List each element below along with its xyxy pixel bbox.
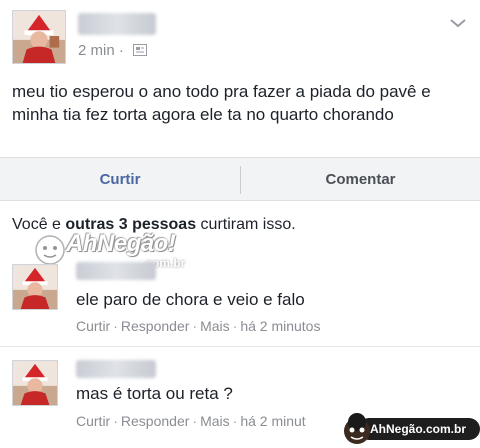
separator-dot: · — [232, 318, 238, 334]
likes-suffix: curtiram isso. — [196, 216, 296, 233]
post-action-bar: Curtir Comentar — [0, 157, 480, 201]
separator-dot: · — [192, 318, 198, 334]
comment-reply-link[interactable]: Responder — [121, 413, 190, 429]
comment-timestamp[interactable]: há 2 minutos — [240, 318, 320, 334]
globe-icon — [133, 44, 147, 56]
comment-like-link[interactable]: Curtir — [76, 318, 110, 334]
comment-timestamp[interactable]: há 2 minut — [240, 413, 305, 429]
mascot-face-icon — [344, 413, 370, 444]
comment-more-link[interactable]: Mais — [200, 318, 230, 334]
separator-dot: · — [192, 413, 198, 429]
like-button[interactable]: Curtir — [0, 158, 240, 200]
comment-more-link[interactable]: Mais — [200, 413, 230, 429]
commenter-avatar[interactable] — [12, 264, 58, 310]
chevron-down-icon[interactable] — [448, 16, 468, 30]
comment-like-link[interactable]: Curtir — [76, 413, 110, 429]
separator-dot: · — [113, 318, 118, 334]
post-text: meu tio esperou o ano todo pra fazer a p… — [12, 82, 431, 124]
watermark-badge: AhNegão.com.br — [340, 412, 480, 446]
post-timestamp[interactable]: 2 min · — [78, 42, 124, 59]
commenter-name-blurred[interactable] — [76, 360, 156, 378]
commenter-name-blurred[interactable] — [76, 262, 156, 280]
comment-divider — [0, 346, 480, 347]
separator-dot: · — [113, 413, 118, 429]
comment-actions: Curtir · Responder · Mais · há 2 minutos — [76, 318, 320, 334]
comment-item: ele paro de chora e veio e falo Curtir · R… — [0, 252, 480, 344]
comment-text: ele paro de chora e veio e falo — [76, 290, 305, 309]
comment-button[interactable]: Comentar — [241, 158, 480, 200]
author-name-blurred[interactable] — [78, 13, 156, 35]
author-avatar[interactable] — [12, 10, 66, 64]
commenter-avatar[interactable] — [12, 360, 58, 406]
comment-actions: Curtir · Responder · Mais · há 2 minut — [76, 413, 306, 429]
separator-dot: · — [232, 413, 238, 429]
comment-reply-link[interactable]: Responder — [121, 318, 190, 334]
badge-text: AhNegão.com.br — [370, 422, 467, 436]
post-header: 2 min · — [0, 0, 480, 70]
comment-text: mas é torta ou reta ? — [76, 384, 233, 403]
